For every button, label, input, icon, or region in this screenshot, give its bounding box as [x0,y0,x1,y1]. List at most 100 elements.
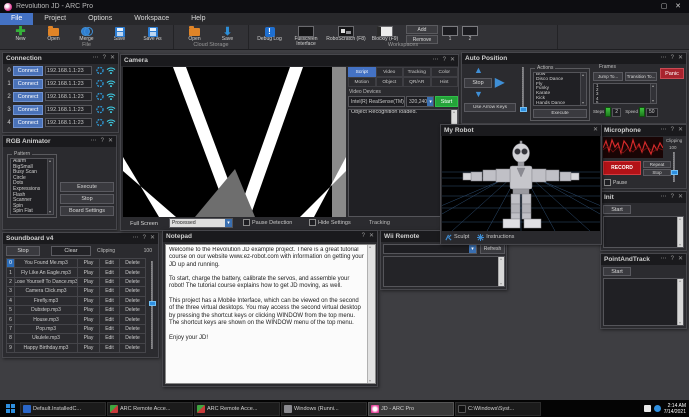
close-icon[interactable]: ✕ [593,125,598,136]
delete-button[interactable]: Delete [120,334,146,342]
fullscreen-interface-button[interactable]: Fullscreen Interface [286,26,326,42]
pause-checkbox[interactable]: Pause [604,179,627,186]
ip-address-field[interactable]: 192.168.1.1:23 [45,92,92,101]
wifi-icon[interactable] [106,66,116,75]
workspace-2-button[interactable]: 2 [462,26,478,42]
edit-button[interactable]: Edit [100,325,120,333]
maximize-button[interactable]: ▢ [657,0,671,13]
play-button[interactable]: Play [78,297,100,305]
scrollbar[interactable] [677,279,683,325]
panel-menu-icon[interactable]: ⋯ [661,53,667,64]
wifi-icon[interactable] [106,105,116,114]
start-button[interactable]: Start [603,267,631,276]
play-button[interactable]: Play [78,306,100,314]
hide-settings-checkbox[interactable]: Hide Settings [309,219,351,226]
connect-button[interactable]: Connect [13,118,43,128]
arrow-up-button[interactable]: ▲ [474,66,483,75]
edit-button[interactable]: Edit [100,297,120,305]
connect-button[interactable]: Connect [13,66,43,76]
tab-tracking[interactable]: Tracking [403,67,431,77]
start-button[interactable]: Start [603,205,631,214]
tab-motion[interactable]: Motion [348,77,376,87]
ip-address-field[interactable]: 192.168.1.1:23 [45,105,92,114]
play-button[interactable]: Play [78,344,100,352]
sculpt-button[interactable]: Sculpt [445,234,469,241]
speed-slider-icon[interactable] [639,107,645,117]
ip-address-field[interactable]: 192.168.1.1:23 [45,118,92,127]
stop-button[interactable]: Stop [6,246,40,256]
steps-slider-icon[interactable] [605,107,611,117]
workspace-1-button[interactable]: 1 [442,26,458,42]
new-button[interactable]: ✚New [4,26,37,42]
scan-icon[interactable] [95,66,105,75]
start-button[interactable] [0,400,20,417]
clear-button[interactable]: Clear [51,246,91,256]
pattern-list[interactable]: Alarm BigSmall Busy Scan Circle Dots Exp… [10,158,54,215]
board-settings-button[interactable]: Board Settings [60,206,114,216]
help-icon[interactable]: ? [671,192,674,203]
volume-slider[interactable] [151,261,153,349]
tab-project[interactable]: Project [33,13,77,25]
scan-icon[interactable] [95,105,105,114]
notepad-textarea[interactable]: Welcome to the Revolution JD example pro… [165,244,376,384]
arrow-down-button[interactable]: ▼ [474,90,483,99]
edit-button[interactable]: Edit [100,278,120,286]
use-arrow-keys-toggle[interactable]: Use Arrow Keys [464,103,516,112]
list-item[interactable]: 5 [594,101,656,104]
open-button[interactable]: Open [37,26,70,42]
scrollbar[interactable] [367,245,375,383]
ip-address-field[interactable]: 192.168.1.1:23 [45,66,92,75]
panel-menu-icon[interactable]: ⋯ [433,55,439,66]
delete-button[interactable]: Delete [120,259,146,267]
taskbar-item[interactable]: Windows (Runni... [281,402,367,416]
help-icon[interactable]: ? [671,254,674,265]
tab-help[interactable]: Help [180,13,216,25]
debug-log-button[interactable]: !Debug Log [253,26,286,42]
connect-button[interactable]: Connect [13,79,43,89]
refresh-button[interactable]: Refresh [480,244,505,254]
edit-button[interactable]: Edit [100,306,120,314]
close-icon[interactable]: ✕ [150,233,155,244]
speed-slider[interactable] [522,67,524,112]
play-button[interactable]: Play [78,315,100,323]
connect-button[interactable]: Connect [13,92,43,102]
help-icon[interactable]: ? [101,136,104,147]
play-button[interactable]: Play [78,268,100,276]
cloud-save-button[interactable]: ⬇Save [211,26,244,42]
instructions-button[interactable]: Instructions [477,234,514,241]
tab-workspace[interactable]: Workspace [123,13,180,25]
close-icon[interactable]: ✕ [108,136,113,147]
scrollbar[interactable] [47,159,53,214]
tab-color[interactable]: Color [431,67,459,77]
help-icon[interactable]: ? [362,231,365,242]
tab-object[interactable]: Object [376,77,404,87]
edit-button[interactable]: Edit [100,287,120,295]
edit-button[interactable]: Edit [100,268,120,276]
wifi-icon[interactable] [106,79,116,88]
ip-address-field[interactable]: 192.168.1.1:23 [45,79,92,88]
delete-button[interactable]: Delete [120,287,146,295]
panel-menu-icon[interactable]: ⋯ [133,233,139,244]
cloud-open-button[interactable]: Open [178,26,211,42]
scan-icon[interactable] [95,79,105,88]
slider-thumb[interactable] [671,170,678,175]
list-item[interactable]: Hands Dance [534,102,586,106]
save-as-button[interactable]: Save As [136,26,169,42]
roboscratch-button[interactable]: RoboScratch (F8) [326,26,366,42]
processed-dropdown[interactable]: Processed▾ [169,218,233,228]
jump-to-button[interactable]: Jump To... [593,72,623,81]
scrollbar[interactable] [498,257,504,286]
edit-button[interactable]: Edit [100,315,120,323]
slider-thumb[interactable] [149,301,156,306]
delete-button[interactable]: Delete [120,344,146,352]
scan-icon[interactable] [95,118,105,127]
tab-script[interactable]: Script [348,67,376,77]
execute-button[interactable]: Execute [60,182,114,192]
play-button[interactable]: Play [78,259,100,267]
edit-button[interactable]: Edit [100,334,120,342]
taskbar-item[interactable]: ARC Remote Acce... [107,402,193,416]
taskbar-item-active[interactable]: JD - ARC Pro [368,402,454,416]
close-icon[interactable]: ✕ [369,231,374,242]
close-icon[interactable]: ✕ [450,55,455,66]
scrollbar[interactable] [650,84,656,103]
